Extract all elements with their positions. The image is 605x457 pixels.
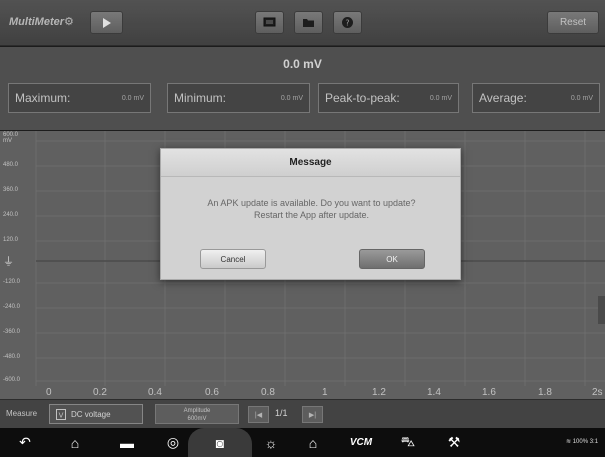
vcm-label: VCM [349, 437, 373, 448]
camera-icon: ◙ [215, 434, 225, 451]
system-navbar: ↶ ⌂ ▬ ◎ ◙ ☼ ⌂ VCM ⛍ ⚒ ≋ 100% 3:1 [0, 428, 605, 457]
dialog-message-line: An APK update is available. Do you want … [207, 198, 416, 208]
message-dialog: Message An APK update is available. Do y… [160, 148, 461, 280]
recent-apps-button[interactable]: ▬ [116, 433, 138, 452]
home-button[interactable]: ⌂ [64, 433, 86, 452]
wifi-icon: ≋ [566, 439, 573, 445]
cancel-button[interactable]: Cancel [200, 249, 266, 269]
autel-home-icon: ⌂ [308, 434, 318, 451]
dialog-title: Message [161, 149, 460, 177]
dialog-message: An APK update is available. Do you want … [171, 197, 452, 221]
camera-button[interactable]: ◙ [208, 433, 232, 452]
back-button[interactable]: ↶ [14, 433, 36, 452]
chrome-icon: ◎ [166, 434, 180, 450]
mechanic-icon: ⚒ [447, 434, 461, 450]
brightness-icon: ☼ [264, 434, 278, 451]
car-icon: ⛍ [400, 433, 416, 449]
autel-home-button[interactable]: ⌂ [302, 433, 324, 452]
ok-button[interactable]: OK [359, 249, 425, 269]
dialog-message-line: Restart the App after update. [253, 210, 370, 220]
status-text: 100% 3:1 [572, 439, 599, 445]
mechanic-button[interactable]: ⚒ [443, 433, 465, 452]
back-arrow-icon: ↶ [19, 434, 31, 450]
display-button[interactable]: ☼ [260, 433, 282, 452]
vcm-button[interactable]: VCM [346, 433, 376, 452]
home-icon: ⌂ [70, 434, 80, 451]
browser-button[interactable]: ◎ [162, 433, 184, 452]
vehicle-button[interactable]: ⛍ [397, 433, 419, 452]
recent-apps-icon: ▬ [120, 434, 134, 451]
status-area: ≋ 100% 3:1 [566, 438, 598, 445]
